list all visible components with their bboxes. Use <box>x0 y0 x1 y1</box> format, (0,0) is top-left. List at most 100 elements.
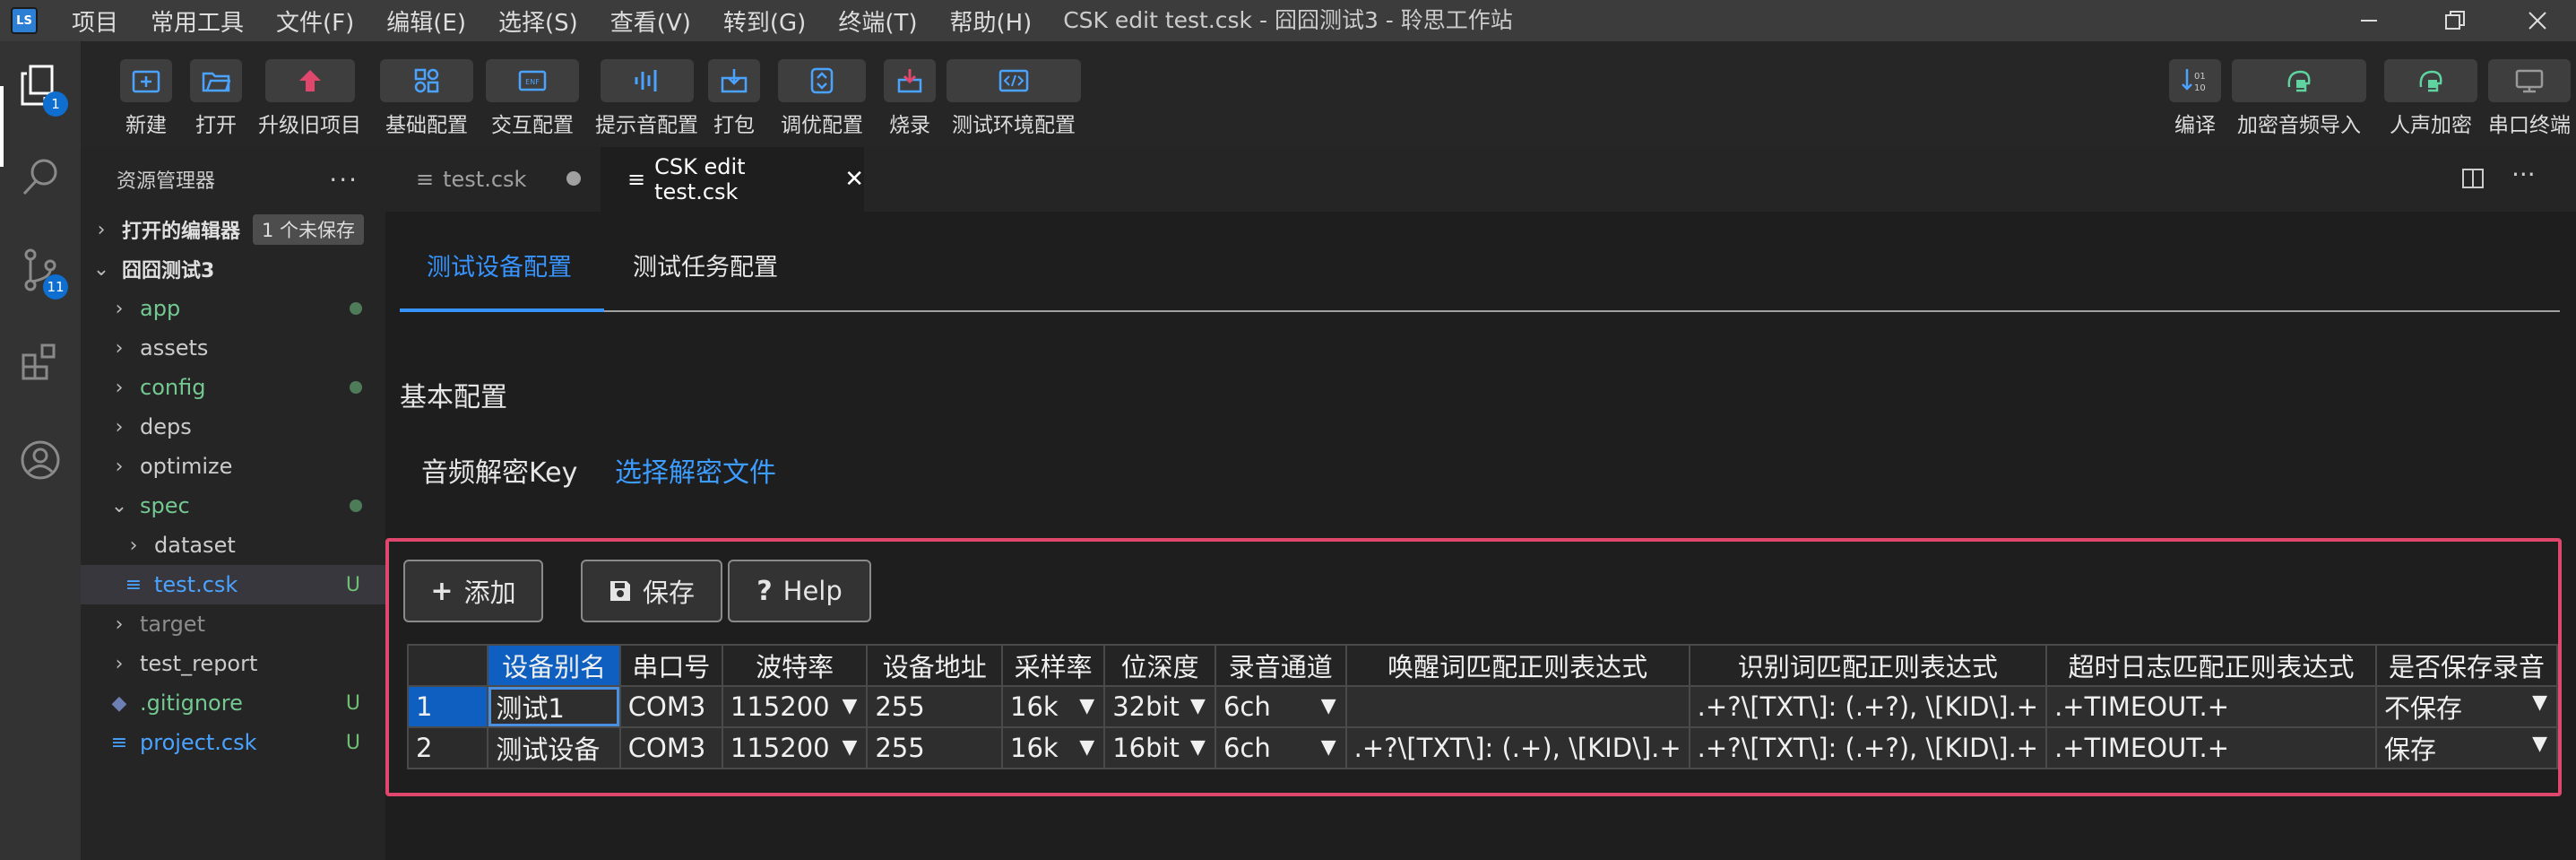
column-header[interactable]: 位深度 <box>1103 644 1216 687</box>
audio-config-icon <box>635 70 656 91</box>
column-header[interactable]: 识别词匹配正则表达式 <box>1688 644 2048 687</box>
save-recording-select[interactable]: 不保存 <box>2374 685 2559 728</box>
column-header[interactable]: 设备地址 <box>866 644 1004 687</box>
baud-rate-select[interactable]: 115200 <box>721 685 869 728</box>
asr-regex-cell[interactable]: .+?\[TXT\]: (.+?), \[KID\].+ <box>1688 685 2048 728</box>
extensions-activity-button[interactable] <box>16 337 65 386</box>
column-header[interactable]: 波特率 <box>721 644 869 687</box>
subtab-task-config[interactable]: 测试任务配置 <box>633 248 778 282</box>
project-folder[interactable]: ⌄ 囧囧测试3 <box>81 249 385 289</box>
close-window-button[interactable] <box>2506 0 2569 41</box>
menu-tools[interactable]: 常用工具 <box>151 4 244 38</box>
menu-project[interactable]: 项目 <box>72 4 118 38</box>
menu-goto[interactable]: 转到(G) <box>723 4 806 38</box>
menu-edit[interactable]: 编辑(E) <box>386 4 466 38</box>
more-actions-icon[interactable]: ··· <box>329 165 359 195</box>
chevron-right-icon: › <box>115 297 124 320</box>
add-button[interactable]: + 添加 <box>403 560 543 622</box>
tree-item-test-csk[interactable]: ≡ test.csk U <box>81 565 385 604</box>
table-row: 2 测试设备 COM3 115200 255 16k 16bit 6ch .+?… <box>406 726 2559 769</box>
unsaved-dot-icon[interactable] <box>566 171 581 186</box>
baud-rate-select[interactable]: 115200 <box>721 726 869 769</box>
column-header[interactable]: 采样率 <box>1001 644 1106 687</box>
tree-item-config[interactable]: › config <box>81 368 385 407</box>
menu-terminal[interactable]: 终端(T) <box>838 4 917 38</box>
tree-item-deps[interactable]: › deps <box>81 407 385 447</box>
help-button[interactable]: ? Help <box>728 560 871 622</box>
serial-port-cell[interactable]: COM3 <box>618 685 723 728</box>
split-editor-button[interactable] <box>2461 167 2485 194</box>
more-actions-icon[interactable]: ··· <box>2511 160 2536 189</box>
device-address-cell[interactable]: 255 <box>866 685 1004 728</box>
close-tab-icon[interactable]: ✕ <box>844 166 864 193</box>
sample-rate-select[interactable]: 16k <box>1001 726 1106 769</box>
save-recording-select[interactable]: 保存 <box>2374 726 2559 769</box>
column-header[interactable]: 录音通道 <box>1214 644 1347 687</box>
wake-regex-cell[interactable] <box>1344 685 1690 728</box>
flash-button[interactable]: 烧录 <box>884 59 936 138</box>
source-control-activity-button[interactable]: 11 <box>16 246 68 300</box>
search-activity-button[interactable] <box>16 152 65 201</box>
basic-config-button[interactable]: 基础配置 <box>380 59 473 138</box>
tree-item-app[interactable]: › app <box>81 289 385 328</box>
row-number[interactable]: 1 <box>406 685 489 728</box>
new-button[interactable]: 新建 <box>120 59 172 138</box>
save-button[interactable]: 保存 <box>581 560 722 622</box>
select-decrypt-file-link[interactable]: 选择解密文件 <box>615 450 776 490</box>
timeout-regex-cell[interactable]: .+TIMEOUT.+ <box>2045 685 2377 728</box>
tree-item-gitignore[interactable]: ◆ .gitignore U <box>81 683 385 723</box>
wake-regex-cell[interactable]: .+?\[TXT\]: (.+), \[KID\].+ <box>1344 726 1690 769</box>
timeout-regex-cell[interactable]: .+TIMEOUT.+ <box>2045 726 2377 769</box>
tab-csk-edit[interactable]: ≡ CSK edit test.csk ✕ <box>601 147 864 212</box>
tab-test-csk[interactable]: ≡ test.csk <box>385 147 601 212</box>
compile-button[interactable]: 01 10 编译 <box>2169 59 2221 138</box>
tree-item-test-report[interactable]: › test_report <box>81 644 385 683</box>
upgrade-button[interactable]: 升级旧项目 <box>258 59 361 138</box>
interaction-config-button[interactable]: ENF 交互配置 <box>486 59 579 138</box>
menu-view[interactable]: 查看(V) <box>610 4 691 38</box>
channels-select[interactable]: 6ch <box>1214 726 1347 769</box>
column-header[interactable]: 超时日志匹配正则表达式 <box>2045 644 2377 687</box>
voice-encrypt-button[interactable]: 人声加密 <box>2384 59 2477 138</box>
explorer-activity-button[interactable]: 1 <box>16 61 68 117</box>
menu-select[interactable]: 选择(S) <box>498 4 578 38</box>
test-env-config-button[interactable]: 测试环境配置 <box>947 59 1081 138</box>
tuning-button[interactable]: 调优配置 <box>778 59 866 138</box>
channels-select[interactable]: 6ch <box>1214 685 1347 728</box>
column-header[interactable]: 串口号 <box>618 644 723 687</box>
restore-button[interactable] <box>2424 0 2486 41</box>
minimize-button[interactable] <box>2338 0 2400 41</box>
menu-help[interactable]: 帮助(H) <box>949 4 1032 38</box>
tree-item-spec[interactable]: ⌄ spec <box>81 486 385 526</box>
device-alias-cell[interactable]: 测试1 <box>487 685 621 728</box>
device-address-cell[interactable]: 255 <box>866 726 1004 769</box>
account-activity-button[interactable] <box>16 436 65 484</box>
file-lines-icon: ≡ <box>125 573 143 596</box>
encrypted-audio-import-button[interactable]: 加密音频导入 <box>2232 59 2366 138</box>
bit-depth-select[interactable]: 16bit <box>1103 726 1216 769</box>
question-icon: ? <box>756 575 773 607</box>
tree-item-project-csk[interactable]: ≡ project.csk U <box>81 723 385 762</box>
asr-regex-cell[interactable]: .+?\[TXT\]: (.+?), \[KID\].+ <box>1688 726 2048 769</box>
chevron-right-icon: › <box>115 415 124 439</box>
bit-depth-select[interactable]: 32bit <box>1103 685 1216 728</box>
tree-item-assets[interactable]: › assets <box>81 328 385 368</box>
row-number[interactable]: 2 <box>406 726 489 769</box>
menu-file[interactable]: 文件(F) <box>276 4 354 38</box>
sample-rate-select[interactable]: 16k <box>1001 685 1106 728</box>
tree-item-target[interactable]: › target <box>81 604 385 644</box>
tree-item-dataset[interactable]: › dataset <box>81 526 385 565</box>
serial-terminal-button[interactable]: 串口终端 <box>2488 59 2571 138</box>
serial-port-cell[interactable]: COM3 <box>618 726 723 769</box>
column-header[interactable]: 设备别名 <box>487 644 621 687</box>
audio-config-button[interactable]: 提示音配置 <box>595 59 698 138</box>
column-header[interactable]: 是否保存录音 <box>2374 644 2559 687</box>
device-alias-cell[interactable]: 测试设备 <box>487 726 621 769</box>
open-button[interactable]: 打开 <box>190 59 242 138</box>
package-button[interactable]: 打包 <box>708 59 760 138</box>
subtab-device-config[interactable]: 测试设备配置 <box>427 248 572 282</box>
tree-item-optimize[interactable]: › optimize <box>81 447 385 486</box>
open-editors-section[interactable]: › 打开的编辑器 1 个未保存 <box>81 210 385 249</box>
column-header[interactable]: 唤醒词匹配正则表达式 <box>1344 644 1690 687</box>
chevron-right-icon: › <box>115 455 124 478</box>
